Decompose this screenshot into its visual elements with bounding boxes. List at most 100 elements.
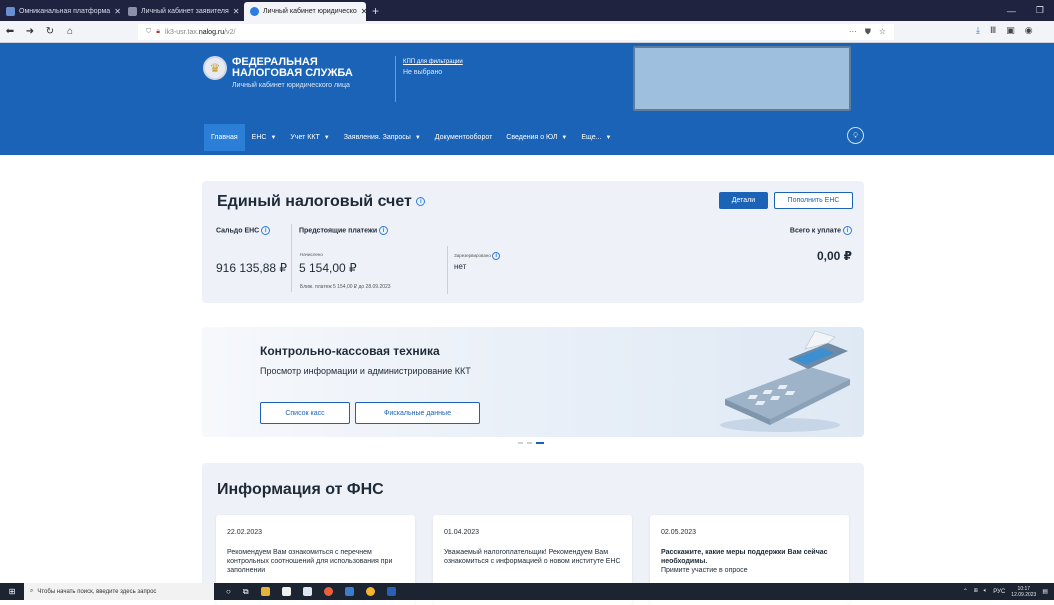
carousel-dot[interactable] xyxy=(527,442,532,444)
menu-item-ens[interactable]: ЕНС ▼ xyxy=(245,124,284,151)
ens-divider xyxy=(447,246,448,294)
cortana-icon[interactable]: ○ xyxy=(226,587,231,596)
chevron-down-icon: ▼ xyxy=(323,134,330,141)
windows-start-icon[interactable]: ⊞ xyxy=(0,587,24,596)
taskbar-apps: ○ ⧉ xyxy=(226,587,396,597)
home-icon[interactable]: ⌂ xyxy=(60,26,80,37)
reserved-value: нет xyxy=(454,262,467,271)
info-icon[interactable]: i xyxy=(843,226,852,235)
task-view-icon[interactable]: ⧉ xyxy=(243,587,249,597)
library-icon[interactable]: Ⅲ xyxy=(990,25,996,36)
info-icon[interactable]: i xyxy=(379,226,389,235)
menu-label: Заявления. Запросы xyxy=(343,134,411,141)
news-date: 01.04.2023 xyxy=(444,529,480,536)
bookmark-star-icon[interactable]: ☆ xyxy=(879,27,886,37)
reload-icon[interactable]: ↻ xyxy=(40,26,60,37)
search-placeholder: Чтобы начать поиск, введите здесь запрос xyxy=(37,588,157,595)
kkt-banner: Контрольно-кассовая техника Просмотр инф… xyxy=(202,327,864,437)
cash-register-list-button[interactable]: Список касс xyxy=(260,402,350,424)
store-icon[interactable] xyxy=(281,587,291,596)
banner-title: Контрольно-кассовая техника xyxy=(260,344,440,358)
page-actions-icon[interactable]: ··· xyxy=(849,27,857,37)
account-icon[interactable]: ◉ xyxy=(1025,25,1033,36)
browser-tab-applicant[interactable]: Личный кабинет заявителя ✕ xyxy=(122,2,244,21)
details-button[interactable]: Детали xyxy=(719,192,768,209)
word-icon[interactable] xyxy=(386,587,396,596)
banner-subtitle: Просмотр информации и администрирование … xyxy=(260,366,471,376)
topup-ens-button[interactable]: Пополнить ЕНС xyxy=(774,192,853,209)
reserved-label: Зарезервировано i xyxy=(454,252,501,260)
maximize-icon[interactable]: ❐ xyxy=(1036,5,1044,16)
volume-icon[interactable]: 🔈︎ xyxy=(984,588,988,595)
browser-tab-legal-entity[interactable]: Личный кабинет юридическо ✕ xyxy=(244,2,366,21)
app-icon[interactable] xyxy=(344,587,354,596)
brand-line2[interactable]: НАЛОГОВАЯ СЛУЖБА xyxy=(232,68,353,79)
browser-tab-omni[interactable]: Омниканальная платформа ✕ xyxy=(0,2,122,21)
clock[interactable]: 10:17 12.09.2023 xyxy=(1011,586,1036,598)
back-icon[interactable]: ⬅ xyxy=(0,26,20,37)
info-icon[interactable]: i xyxy=(492,252,501,260)
notifications-icon[interactable]: ▤ xyxy=(1042,588,1048,595)
menu-item-requests[interactable]: Заявления. Запросы ▼ xyxy=(337,124,428,151)
brand-subtitle: Личный кабинет юридического лица xyxy=(232,82,350,89)
info-icon[interactable]: i xyxy=(416,197,426,207)
carousel-dot[interactable] xyxy=(518,442,523,444)
pocket-icon[interactable]: ⛊ xyxy=(865,27,871,37)
info-title: Информация от ФНС xyxy=(217,481,384,498)
tray-chevron-icon[interactable]: ⌃ xyxy=(963,588,968,595)
insecure-lock-icon[interactable]: 🔒︎ xyxy=(156,28,160,36)
network-icon[interactable]: ⧈ xyxy=(974,588,978,595)
new-tab-button[interactable]: + xyxy=(366,2,385,21)
next-payment-text: Ближ. платеж 5 154,00 ₽ до 28.09.2023 xyxy=(300,284,391,290)
total-due-value: 0,00 ₽ xyxy=(816,249,852,263)
search-icon: ⌕ xyxy=(30,588,34,594)
shield-icon[interactable]: ⛉ xyxy=(146,28,151,36)
window-controls: — ❐ xyxy=(1007,0,1054,21)
language-indicator[interactable]: РУС xyxy=(993,589,1005,595)
menu-label: ЕНС xyxy=(251,134,267,141)
saldo-label: Сальдо ЕНС i xyxy=(216,226,271,235)
menu-item-docflow[interactable]: Документооборот xyxy=(428,124,500,151)
news-text: Уважаемый налогоплательщик! Рекомендуем … xyxy=(444,549,621,565)
redacted-area xyxy=(633,46,851,111)
info-icon[interactable]: i xyxy=(261,226,271,235)
firefox-icon[interactable] xyxy=(323,587,333,596)
close-tab-icon[interactable]: ✕ xyxy=(233,7,240,16)
total-due-label: Всего к уплате i xyxy=(790,226,852,235)
site-header: ♛ ФЕДЕРАЛЬНАЯ НАЛОГОВАЯ СЛУЖБА Личный ка… xyxy=(0,43,1054,155)
chrome-icon[interactable] xyxy=(365,587,375,596)
lightbulb-icon[interactable]: 💡︎ xyxy=(847,127,864,144)
menu-item-more[interactable]: Еще... ▼ xyxy=(574,124,618,151)
header-divider xyxy=(395,56,396,102)
sidebar-icon[interactable]: ▣ xyxy=(1006,25,1015,36)
toolbar-right: ⤓ Ⅲ ▣ ◉ xyxy=(976,25,1033,36)
url-bar[interactable]: ⛉ 🔒︎ lk3-usr.tax.nalog.ru/v2/ ··· ⛊ ☆ xyxy=(138,24,894,40)
fns-favicon-icon xyxy=(250,7,259,16)
download-icon[interactable]: ⤓ xyxy=(976,25,980,36)
carousel-dot-active[interactable] xyxy=(536,442,544,444)
minimize-icon[interactable]: — xyxy=(1007,6,1016,16)
chevron-down-icon: ▼ xyxy=(270,134,277,141)
close-tab-icon[interactable]: ✕ xyxy=(114,7,121,16)
fns-emblem-icon[interactable]: ♛ xyxy=(203,56,227,80)
mail-icon[interactable] xyxy=(302,587,312,596)
forward-icon[interactable]: ➜ xyxy=(20,26,40,37)
menu-item-home[interactable]: Главная xyxy=(204,124,245,151)
news-text: Расскажите, какие меры поддержки Вам сей… xyxy=(661,549,828,565)
ens-card: Единый налоговый счет i Детали Пополнить… xyxy=(202,181,864,303)
applicant-favicon-icon xyxy=(128,7,137,16)
menu-item-kkt[interactable]: Учет ККТ ▼ xyxy=(283,124,336,151)
fns-info-section: Информация от ФНС 22.02.2023 Рекомендуем… xyxy=(202,463,864,605)
taskbar-search[interactable]: ⌕ Чтобы начать поиск, введите здесь запр… xyxy=(24,583,214,600)
file-explorer-icon[interactable] xyxy=(260,587,270,596)
main-menu: Главная ЕНС ▼ Учет ККТ ▼ Заявления. Запрос… xyxy=(204,124,618,151)
menu-item-company-info[interactable]: Сведения о ЮЛ ▼ xyxy=(499,124,574,151)
menu-label: Главная xyxy=(211,134,238,141)
tab-label: Омниканальная платформа xyxy=(19,8,111,15)
clock-date: 12.09.2023 xyxy=(1011,591,1037,598)
fiscal-data-button[interactable]: Фискальные данные xyxy=(355,402,480,424)
menu-label: Документооборот xyxy=(434,134,493,141)
news-text-secondary: Примите участие в опросе xyxy=(661,567,748,574)
kpp-filter-link[interactable]: КПП для фильтрации xyxy=(403,59,463,65)
menu-label: Еще... xyxy=(581,134,602,141)
